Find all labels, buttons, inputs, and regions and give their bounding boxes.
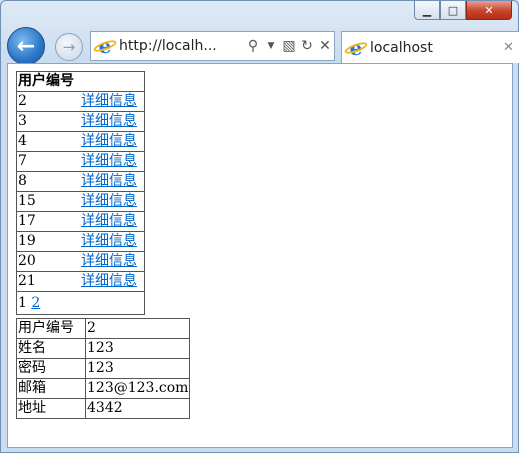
address-bar[interactable]: e http://localh... ⚲ ▼ ▧ ↻ ✕ — [90, 31, 335, 61]
user-list-table: 用户编号 2 详细信息 3 详细信息 4 详细信息 7 详细信息 8 详细信息 15 详细信息 17 详细… — [16, 71, 145, 315]
stop-icon[interactable]: ✕ — [316, 38, 334, 54]
close-icon: ✕ — [484, 3, 494, 17]
pager-next-link[interactable]: 2 — [31, 295, 40, 311]
user-id-cell: 4 — [16, 131, 80, 152]
detail-value: 4342 — [84, 398, 191, 419]
detail-label: 邮箱 — [16, 378, 86, 399]
user-id-cell: 19 — [16, 231, 80, 252]
detail-label: 地址 — [16, 398, 86, 419]
search-icon[interactable]: ⚲ — [244, 38, 262, 54]
compatibility-view-icon[interactable]: ▧ — [280, 38, 298, 54]
detail-link[interactable]: 详细信息 — [81, 213, 137, 229]
detail-cell: 详细信息 — [80, 131, 145, 152]
detail-cell: 详细信息 — [80, 231, 145, 252]
table-row: 19 详细信息 — [16, 231, 145, 252]
detail-cell: 详细信息 — [80, 191, 145, 212]
detail-link[interactable]: 详细信息 — [81, 93, 137, 109]
detail-row: 邮箱 123@123.com — [16, 378, 191, 399]
detail-link[interactable]: 详细信息 — [81, 233, 137, 249]
table-row: 2 详细信息 — [16, 91, 145, 112]
table-row: 17 详细信息 — [16, 211, 145, 232]
detail-link[interactable]: 详细信息 — [81, 193, 137, 209]
pager: 1 2 — [17, 292, 145, 315]
detail-cell: 详细信息 — [80, 91, 145, 112]
user-id-cell: 7 — [16, 151, 80, 172]
user-id-cell: 20 — [16, 251, 80, 272]
forward-arrow-icon: → — [62, 38, 76, 56]
detail-cell: 详细信息 — [80, 251, 145, 272]
detail-link[interactable]: 详细信息 — [81, 113, 137, 129]
detail-link[interactable]: 详细信息 — [81, 253, 137, 269]
user-id-cell: 8 — [16, 171, 80, 192]
user-id-cell: 15 — [16, 191, 80, 212]
detail-cell: 详细信息 — [80, 151, 145, 172]
detail-link[interactable]: 详细信息 — [81, 273, 137, 289]
detail-value: 123 — [84, 338, 191, 359]
user-id-cell: 2 — [16, 91, 80, 112]
page-viewport: 用户编号 2 详细信息 3 详细信息 4 详细信息 7 详细信息 8 详细信息 15 详细信息 17 详细… — [7, 63, 513, 448]
back-button[interactable]: ← — [7, 27, 45, 65]
forward-button[interactable]: → — [55, 33, 83, 61]
minimize-button[interactable]: ▁ — [414, 1, 440, 20]
user-id-header: 用户编号 — [16, 71, 80, 92]
pager-current-page: 1 — [18, 294, 27, 311]
detail-cell: 详细信息 — [80, 211, 145, 232]
user-id-cell: 21 — [16, 271, 80, 292]
user-id-cell: 17 — [16, 211, 80, 232]
detail-cell: 详细信息 — [80, 111, 145, 132]
detail-value: 2 — [84, 318, 191, 339]
close-button[interactable]: ✕ — [466, 1, 512, 20]
detail-row: 密码 123 — [16, 358, 191, 379]
table-row: 3 详细信息 — [16, 111, 145, 132]
detail-row: 用户编号 2 — [16, 318, 191, 339]
detail-cell: 详细信息 — [80, 271, 145, 292]
tab-title: localhost — [370, 39, 433, 56]
maximize-icon: □ — [447, 3, 459, 17]
user-id-cell: 3 — [16, 111, 80, 132]
browser-window: ▁ □ ✕ ← → e http://localh... ⚲ ▼ ▧ ↻ ✕ e… — [0, 0, 519, 453]
maximize-button[interactable]: □ — [440, 1, 466, 20]
detail-row: 地址 4342 — [16, 398, 191, 419]
window-caption-buttons: ▁ □ ✕ — [414, 1, 512, 20]
table-row: 15 详细信息 — [16, 191, 145, 212]
detail-cell: 详细信息 — [80, 171, 145, 192]
empty-header — [80, 71, 145, 92]
user-detail-table: 用户编号 2 姓名 123 密码 123 邮箱 123@123.com 地址 4342 — [16, 318, 191, 419]
refresh-icon[interactable]: ↻ — [298, 38, 316, 54]
minimize-icon: ▁ — [422, 3, 432, 17]
detail-value: 123 — [84, 358, 191, 379]
detail-link[interactable]: 详细信息 — [81, 133, 137, 149]
table-row: 7 详细信息 — [16, 151, 145, 172]
table-row: 20 详细信息 — [16, 251, 145, 272]
detail-value: 123@123.com — [84, 378, 191, 399]
detail-label: 密码 — [16, 358, 86, 379]
back-arrow-icon: ← — [16, 33, 36, 59]
detail-row: 姓名 123 — [16, 338, 191, 359]
detail-label: 用户编号 — [16, 318, 86, 339]
navigation-bar: ← → e http://localh... ⚲ ▼ ▧ ↻ ✕ e local… — [7, 27, 519, 65]
tab-close-icon[interactable]: ✕ — [503, 40, 519, 55]
table-row: 21 详细信息 — [16, 271, 145, 292]
dropdown-arrow-icon[interactable]: ▼ — [262, 41, 280, 51]
detail-link[interactable]: 详细信息 — [81, 173, 137, 189]
detail-link[interactable]: 详细信息 — [81, 153, 137, 169]
tab-localhost[interactable]: e localhost ✕ — [341, 31, 519, 63]
address-url[interactable]: http://localh... — [119, 38, 244, 54]
ie-logo-icon: e — [95, 36, 115, 56]
table-row: 8 详细信息 — [16, 171, 145, 192]
table-row: 4 详细信息 — [16, 131, 145, 152]
detail-label: 姓名 — [16, 338, 86, 359]
ie-logo-icon: e — [346, 38, 366, 58]
